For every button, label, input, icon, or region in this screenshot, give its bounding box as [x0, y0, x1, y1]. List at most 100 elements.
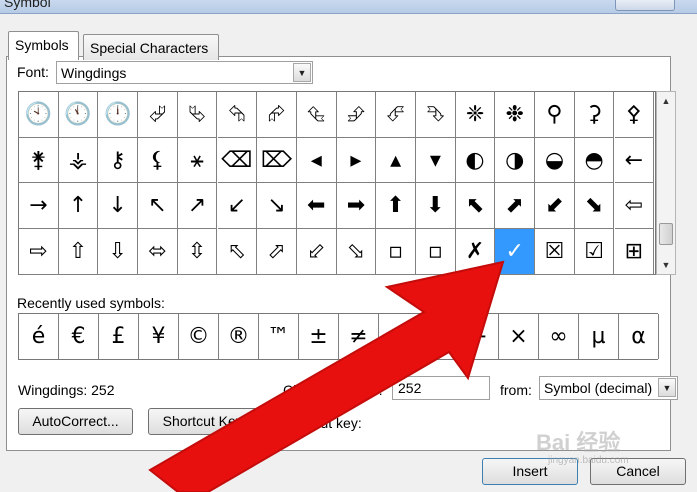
symbol-cell[interactable]: ✗ [455, 229, 496, 275]
symbol-cell[interactable]: ↓ [98, 183, 139, 230]
symbol-cell[interactable]: ⬄ [138, 229, 178, 275]
symbol-cell[interactable]: 🕚 [58, 92, 99, 138]
symbol-cell[interactable]: ◂ [296, 137, 337, 184]
recent-symbol-cell[interactable]: µ [579, 314, 619, 359]
symbol-cell[interactable]: ⌦ [257, 137, 297, 184]
shortcut-key-button[interactable]: Shortcut Key... [148, 408, 268, 435]
symbol-cell[interactable]: ⬋ [535, 183, 575, 230]
recent-symbol-cell[interactable]: α [619, 314, 659, 359]
recent-symbol-cell[interactable]: é [19, 314, 59, 359]
symbol-grid-scrollbar[interactable]: ▲ ▼ [656, 91, 676, 275]
symbol-cell[interactable]: ⚶ [58, 137, 99, 184]
symbol-cell[interactable]: ⊞ [614, 229, 655, 275]
recent-symbol-cell[interactable]: ® [219, 314, 259, 359]
symbol-cell[interactable]: ⮵ [336, 92, 377, 138]
recent-symbol-cell[interactable]: ∞ [539, 314, 579, 359]
recent-symbol-cell[interactable]: ≥ [419, 314, 459, 359]
symbol-cell[interactable]: ↑ [58, 183, 99, 230]
symbol-cell[interactable]: ⮰ [138, 92, 178, 138]
autocorrect-button-label: AutoCorrect... [32, 413, 119, 429]
symbol-cell[interactable]: ← [614, 137, 655, 184]
symbol-cell[interactable]: ➡ [336, 183, 377, 230]
symbol-cell[interactable]: ⇦ [614, 183, 655, 230]
symbol-cell[interactable]: 🕛 [98, 92, 139, 138]
symbol-cell[interactable]: 🕙 [19, 92, 59, 138]
chevron-down-icon[interactable]: ▼ [658, 378, 676, 397]
recent-symbol-cell[interactable]: £ [99, 314, 139, 359]
symbol-cell[interactable]: ⚹ [177, 137, 218, 184]
symbol-cell[interactable]: ⚵ [19, 137, 59, 184]
scroll-thumb[interactable] [659, 223, 673, 245]
symbol-cell[interactable]: ⬆ [376, 183, 416, 230]
symbol-cell[interactable]: ⌫ [217, 137, 258, 184]
symbol-cell[interactable]: ⬈ [495, 183, 536, 230]
symbol-cell[interactable]: ↗ [177, 183, 218, 230]
recent-symbol-cell[interactable]: © [179, 314, 219, 359]
recent-symbol-cell[interactable]: ± [299, 314, 339, 359]
symbol-cell[interactable]: ↖ [138, 183, 178, 230]
symbol-cell[interactable]: ⚳ [574, 92, 615, 138]
symbol-cell[interactable]: ❉ [495, 92, 536, 138]
symbol-cell[interactable]: ⚸ [138, 137, 178, 184]
symbol-cell[interactable]: ⬅ [296, 183, 337, 230]
symbol-cell[interactable]: ⮴ [296, 92, 337, 138]
scroll-up-icon[interactable]: ▲ [657, 92, 675, 110]
symbol-cell[interactable]: ▾ [416, 137, 456, 184]
symbol-cell[interactable]: ⬊ [574, 183, 615, 230]
symbol-cell[interactable]: ⮲ [217, 92, 258, 138]
recent-symbol-cell[interactable]: ≠ [339, 314, 379, 359]
symbol-cell[interactable]: ⮶ [376, 92, 416, 138]
symbol-cell[interactable]: ⇩ [98, 229, 139, 275]
symbol-cell[interactable]: ↘ [257, 183, 297, 230]
recent-symbol-cell[interactable]: × [499, 314, 539, 359]
symbol-cell[interactable]: ◑ [495, 137, 536, 184]
symbol-cell[interactable]: ◓ [574, 137, 615, 184]
symbol-cell[interactable]: ⬀ [257, 229, 297, 275]
symbol-cell[interactable]: ◐ [455, 137, 496, 184]
recent-symbol-cell[interactable]: ≤ [379, 314, 419, 359]
symbol-cell[interactable]: ⬇ [416, 183, 456, 230]
symbol-cell[interactable]: ⇧ [58, 229, 99, 275]
symbol-cell[interactable]: ⬂ [336, 229, 377, 275]
symbol-cell[interactable]: ⚲ [535, 92, 575, 138]
font-select[interactable]: Wingdings ▼ [56, 61, 313, 84]
symbol-cell[interactable]: ⚴ [614, 92, 655, 138]
character-code-value: 252 [398, 380, 422, 396]
symbol-cell[interactable]: ◒ [535, 137, 575, 184]
recent-symbol-cell[interactable]: ÷ [459, 314, 499, 359]
autocorrect-button[interactable]: AutoCorrect... [18, 408, 133, 435]
symbol-cell[interactable]: ⮳ [257, 92, 297, 138]
symbol-cell[interactable]: ⮷ [416, 92, 456, 138]
recent-symbol-cell[interactable]: € [59, 314, 99, 359]
symbol-cell[interactable]: ⚷ [98, 137, 139, 184]
symbol-cell[interactable]: ⬉ [455, 183, 496, 230]
symbol-cell[interactable]: ⇨ [19, 229, 59, 275]
symbol-cell[interactable]: ⬁ [217, 229, 258, 275]
symbol-cell[interactable]: ▸ [336, 137, 377, 184]
watermark-logo: Bai 经验 [536, 430, 621, 455]
symbol-cell-selected[interactable]: ✓ [495, 229, 536, 275]
symbol-cell[interactable]: ↙ [217, 183, 258, 230]
symbol-cell[interactable]: ☑ [574, 229, 615, 275]
symbol-cell[interactable]: ☒ [535, 229, 575, 275]
symbol-cell[interactable]: ▴ [376, 137, 416, 184]
tab-symbols[interactable]: Symbols [8, 31, 79, 60]
recent-symbol-cell[interactable]: ™ [259, 314, 299, 359]
symbol-cell[interactable]: ⮱ [177, 92, 218, 138]
font-label: Font: [17, 64, 49, 80]
symbol-cell[interactable]: → [19, 183, 59, 230]
from-select[interactable]: Symbol (decimal) ▼ [539, 376, 678, 400]
symbol-cell[interactable]: ⇳ [177, 229, 218, 275]
symbol-grid[interactable]: 🕙 🕚 🕛 ⮰ ⮱ ⮲ ⮳ ⮴ ⮵ ⮶ ⮷ ❈ ❉ ⚲ ⚳ ⚴ ⚵ ⚶ ⚷ ⚸ ⚹ ⌫ ⌦ ◂ ▸ ▴ ▾ ◐ ◑ ◒ ◓ ← → ↑ ↓ ↖ ↗ ↙ ↘ ⬅… [18, 91, 656, 275]
recently-used-symbols[interactable]: é € £ ¥ © ® ™ ± ≠ ≤ ≥ ÷ × ∞ µ α [18, 313, 659, 360]
symbol-cell[interactable]: ▫ [376, 229, 416, 275]
close-button[interactable] [615, 0, 675, 11]
symbol-cell[interactable]: ⬃ [296, 229, 337, 275]
symbol-cell[interactable]: ▫ [416, 229, 456, 275]
recent-symbol-cell[interactable]: ¥ [139, 314, 179, 359]
scroll-down-icon[interactable]: ▼ [657, 256, 675, 274]
tab-special-characters[interactable]: Special Characters [83, 34, 219, 60]
chevron-down-icon[interactable]: ▼ [293, 63, 311, 82]
character-code-input[interactable]: 252 [392, 376, 490, 400]
symbol-cell[interactable]: ❈ [455, 92, 496, 138]
